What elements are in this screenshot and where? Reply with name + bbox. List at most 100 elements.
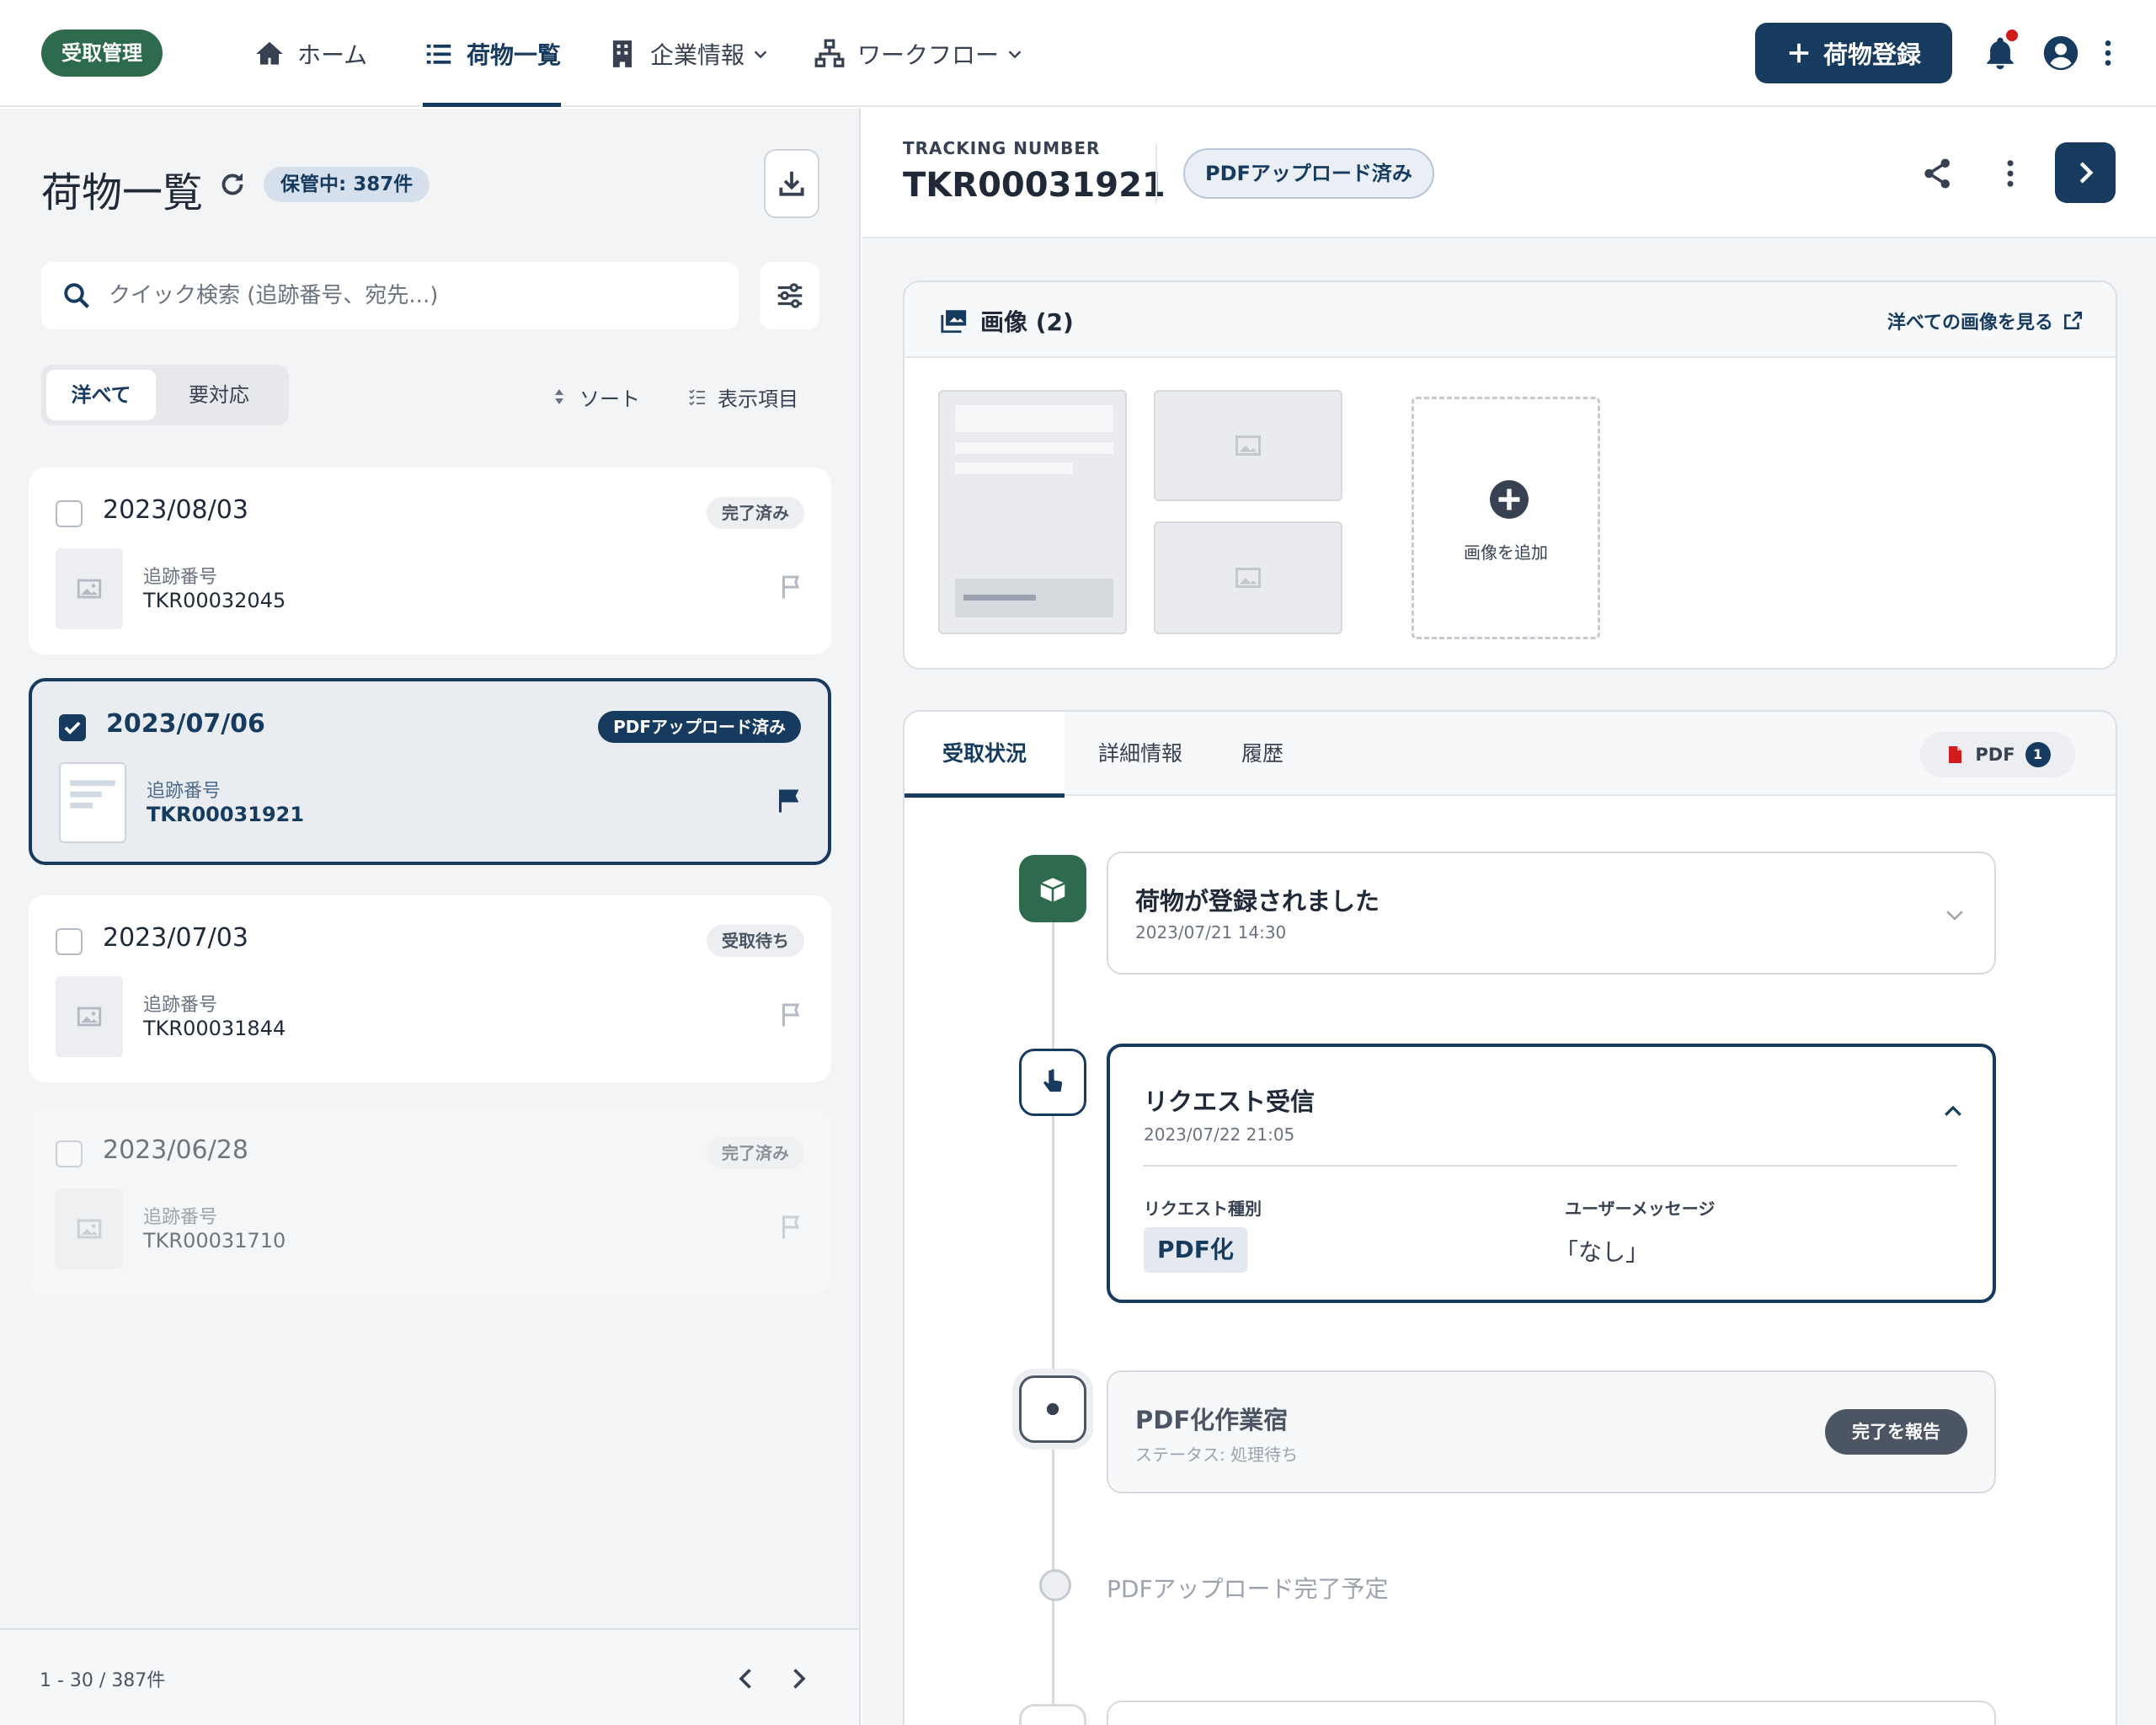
register-package-button[interactable]: 荷物登録 bbox=[1755, 23, 1952, 83]
next-package-button[interactable] bbox=[2055, 142, 2116, 203]
dot-icon bbox=[1046, 1402, 1059, 1416]
pagination: 1 - 30 / 387件 bbox=[0, 1628, 859, 1725]
nav-package-list[interactable]: 荷物一覧 bbox=[423, 0, 562, 107]
more-vertical-icon bbox=[2105, 40, 2111, 66]
flag-outline-icon[interactable] bbox=[777, 1212, 808, 1242]
segment-needs-action[interactable]: 要対応 bbox=[156, 370, 282, 420]
images-title: 画像 (2) bbox=[940, 304, 1074, 338]
view-all-images-link[interactable]: 洋べての画像を見る bbox=[1887, 307, 2084, 334]
add-image-button[interactable]: 画像を追加 bbox=[1412, 397, 1600, 639]
pdf-attachment-chip[interactable]: PDF 1 bbox=[1920, 732, 2075, 777]
package-card[interactable]: 2023/08/03 完了済み 追跡番号 TKR00032045 bbox=[29, 467, 831, 654]
filter-button[interactable] bbox=[760, 262, 819, 329]
list-filter-segment: 洋べて 要対応 bbox=[41, 365, 289, 425]
chevron-down-icon bbox=[754, 50, 767, 58]
tracking-label: 追跡番号 bbox=[143, 567, 218, 588]
nav-company-info[interactable]: 企業情報 bbox=[606, 0, 770, 107]
report-complete-button[interactable]: 完了を報告 bbox=[1825, 1409, 1967, 1455]
card-checkbox[interactable] bbox=[56, 500, 83, 527]
nav-home[interactable]: ホーム bbox=[253, 0, 367, 107]
notifications-button[interactable] bbox=[1979, 29, 2021, 74]
more-vertical-icon[interactable] bbox=[1993, 156, 2028, 191]
tracking-number: TKR00031710 bbox=[143, 1229, 286, 1252]
flag-filled-icon[interactable] bbox=[774, 786, 804, 816]
package-list-pane: 荷物一覧 保管中: 387件 洋べて 要対応 ソート 表示項目 2023/08 bbox=[0, 109, 861, 1725]
status-panel: 受取状況 詳細情報 履歴 PDF 1 荷物が登録されました 2023/07/21… bbox=[903, 710, 2117, 1725]
card-date: 2023/07/06 bbox=[106, 709, 265, 739]
timeline-node-planned bbox=[1039, 1569, 1071, 1601]
card-date: 2023/08/03 bbox=[103, 495, 248, 525]
pdf-count-badge: 1 bbox=[2025, 742, 2051, 767]
event-divider bbox=[1144, 1165, 1957, 1167]
chevron-up-icon[interactable] bbox=[1940, 1099, 1966, 1124]
images-panel: 画像 (2) 洋べての画像を見る 画像を追加 bbox=[903, 280, 2117, 670]
sort-button[interactable]: ソート bbox=[549, 380, 640, 414]
card-checkbox-checked[interactable] bbox=[59, 714, 86, 741]
brand-badge[interactable]: 受取管理 bbox=[41, 29, 163, 77]
tab-details[interactable]: 詳細情報 bbox=[1073, 712, 1208, 796]
flag-outline-icon[interactable] bbox=[777, 572, 808, 602]
plus-icon bbox=[1789, 43, 1809, 63]
chevron-right-icon[interactable] bbox=[783, 1664, 814, 1694]
event-title: PDF化作業宿 bbox=[1135, 1406, 1289, 1434]
event-time: 2023/07/22 21:05 bbox=[1144, 1124, 1295, 1145]
tracking-number-value: TKR00031921 bbox=[903, 166, 1166, 205]
images-title-text: 画像 (2) bbox=[980, 308, 1074, 336]
document-icon bbox=[1037, 1722, 1069, 1725]
status-badge: PDFアップロード済み bbox=[598, 711, 801, 743]
display-columns-button[interactable]: 表示項目 bbox=[687, 380, 798, 414]
tab-receipt-status[interactable]: 受取状況 bbox=[905, 712, 1065, 798]
timeline-event-work: PDF化作業宿 ステータス: 処理待ち 完了を報告 bbox=[1107, 1370, 1996, 1493]
register-package-label: 荷物登録 bbox=[1822, 40, 1921, 69]
tab-history[interactable]: 履歴 bbox=[1216, 712, 1309, 796]
timeline-node-next bbox=[1019, 1704, 1086, 1725]
nav-workflow[interactable]: ワークフロー bbox=[814, 0, 1024, 107]
share-icon[interactable] bbox=[1920, 156, 1956, 191]
check-icon bbox=[64, 721, 81, 734]
segment-all[interactable]: 洋べて bbox=[46, 370, 156, 420]
event-title: リクエスト受信 bbox=[1144, 1087, 1315, 1116]
event-status: ステータス: 処理待ち bbox=[1135, 1445, 1299, 1465]
display-columns-label: 表示項目 bbox=[718, 387, 798, 411]
user-avatar-icon bbox=[2043, 35, 2079, 71]
chevron-left-icon[interactable] bbox=[731, 1664, 761, 1694]
tracking-label: 追跡番号 bbox=[147, 781, 221, 802]
account-button[interactable] bbox=[2040, 32, 2082, 74]
request-type-value: PDF化 bbox=[1144, 1227, 1247, 1273]
event-title: 荷物が登録されました bbox=[1135, 887, 1380, 916]
card-checkbox[interactable] bbox=[56, 928, 83, 955]
package-card-selected[interactable]: 2023/07/06 PDFアップロード済み 追跡番号 TKR00031921 bbox=[29, 678, 831, 865]
image-thumbnail-document[interactable] bbox=[938, 390, 1127, 634]
tracking-number: TKR00031921 bbox=[147, 803, 305, 826]
search-input[interactable] bbox=[109, 262, 723, 329]
tracking-number: TKR00031844 bbox=[143, 1017, 286, 1040]
tracking-label: 追跡番号 bbox=[143, 1207, 218, 1228]
card-checkbox[interactable] bbox=[56, 1140, 83, 1167]
workflow-icon bbox=[814, 39, 845, 67]
image-thumbnail[interactable] bbox=[1154, 390, 1342, 501]
timeline-node-registered bbox=[1019, 855, 1086, 922]
flag-outline-icon[interactable] bbox=[777, 1000, 808, 1030]
notification-dot bbox=[2006, 29, 2018, 41]
download-button[interactable] bbox=[764, 149, 819, 218]
document-icon bbox=[70, 780, 115, 809]
timeline-node-request bbox=[1019, 1049, 1086, 1116]
timeline-event-request[interactable]: リクエスト受信 2023/07/22 21:05 リクエスト種別 PDF化 ユー… bbox=[1107, 1044, 1996, 1303]
event-time: 2023/07/21 14:30 bbox=[1135, 922, 1287, 943]
tracking-number-label: TRACKING NUMBER bbox=[903, 138, 1101, 158]
nav-package-list-label: 荷物一覧 bbox=[467, 40, 562, 69]
timeline-event-registered[interactable]: 荷物が登録されました 2023/07/21 14:30 bbox=[1107, 852, 1996, 975]
refresh-icon[interactable] bbox=[217, 169, 248, 200]
images-panel-header: 画像 (2) 洋べての画像を見る bbox=[905, 282, 2116, 358]
package-card[interactable]: 2023/07/03 受取待ち 追跡番号 TKR00031844 bbox=[29, 895, 831, 1082]
pdf-file-icon bbox=[1949, 746, 1962, 763]
detail-header: TRACKING NUMBER TKR00031921 PDFアップロード済み bbox=[862, 109, 2156, 238]
package-card[interactable]: 2023/06/28 完了済み 追跡番号 TKR00031710 bbox=[29, 1108, 831, 1295]
chevron-down-icon[interactable] bbox=[1942, 902, 1967, 927]
chevron-down-icon bbox=[1008, 50, 1022, 58]
view-all-images-label: 洋べての画像を見る bbox=[1886, 312, 2053, 334]
app: 受取管理 ホーム 荷物一覧 企業情報 ワークフロー 荷物登録 荷物一覧 保管中:… bbox=[0, 0, 2156, 1725]
more-menu-button[interactable] bbox=[2091, 32, 2125, 74]
image-thumbnail[interactable] bbox=[1154, 521, 1342, 634]
plus-circle-icon bbox=[1490, 480, 1529, 519]
